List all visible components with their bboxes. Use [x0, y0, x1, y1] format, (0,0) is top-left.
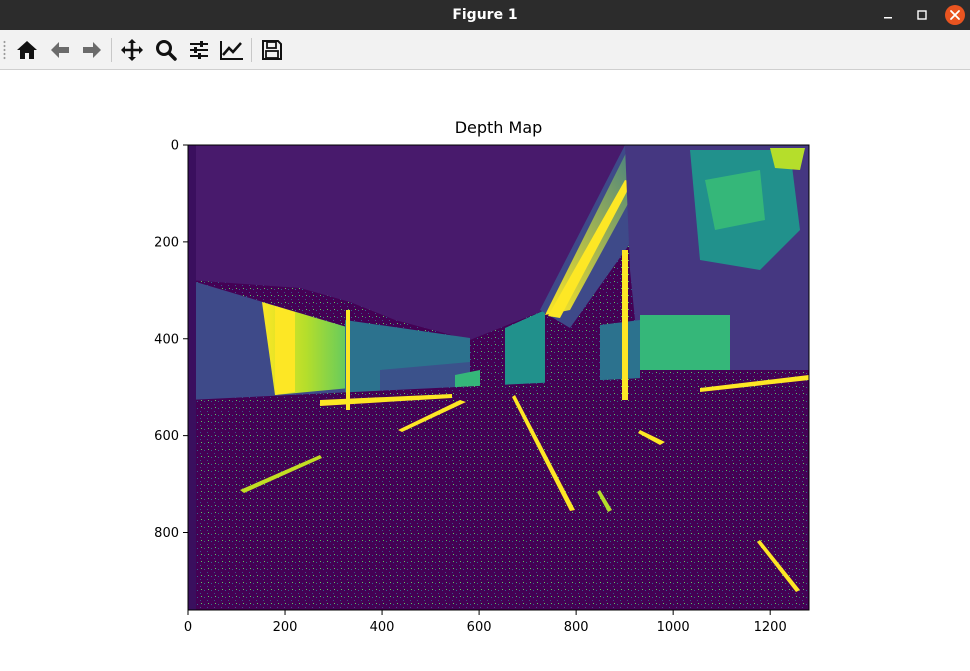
navigation-toolbar — [0, 30, 970, 70]
zoom-icon — [156, 40, 177, 61]
x-tick-label: 0 — [184, 620, 192, 635]
subplots-icon — [190, 41, 208, 59]
home-button[interactable] — [13, 36, 41, 64]
forward-button[interactable] — [78, 36, 106, 64]
zoom-button[interactable] — [152, 36, 180, 64]
x-tick-label: 1200 — [754, 620, 787, 635]
x-tick-label: 800 — [564, 620, 589, 635]
close-button[interactable] — [943, 3, 967, 27]
minimize-button[interactable] — [877, 4, 899, 26]
y-tick-label: 0 — [171, 139, 179, 154]
y-tick-label: 800 — [154, 526, 179, 541]
y-tick-label: 400 — [154, 332, 179, 347]
y-axis: 0 200 400 600 800 — [154, 139, 188, 541]
close-icon — [945, 5, 965, 25]
x-tick-label: 200 — [273, 620, 298, 635]
forward-icon — [83, 42, 101, 58]
toolbar-separator — [251, 38, 252, 62]
x-tick-label: 600 — [467, 620, 492, 635]
y-tick-label: 200 — [154, 235, 179, 250]
depth-image — [188, 145, 809, 610]
toolbar-separator — [111, 38, 112, 62]
customize-icon — [220, 41, 243, 60]
y-tick-label: 600 — [154, 429, 179, 444]
toolbar-grip[interactable] — [3, 40, 6, 60]
plot-area[interactable]: 0 200 400 600 800 1000 1200 0 200 400 600 800 — [0, 70, 970, 671]
figure-canvas[interactable]: Depth Map 0 200 400 600 800 1000 1200 0 … — [0, 70, 970, 671]
home-icon — [17, 41, 37, 59]
pan-button[interactable] — [118, 36, 146, 64]
window-title: Figure 1 — [452, 7, 518, 23]
maximize-icon — [917, 10, 927, 20]
x-axis: 0 200 400 600 800 1000 1200 — [184, 610, 787, 635]
minimize-icon — [884, 17, 892, 19]
save-button[interactable] — [258, 36, 286, 64]
x-tick-label: 400 — [370, 620, 395, 635]
back-button[interactable] — [46, 36, 74, 64]
edit-parameters-button[interactable] — [218, 36, 246, 64]
back-icon — [51, 42, 69, 58]
configure-subplots-button[interactable] — [185, 36, 213, 64]
maximize-button[interactable] — [911, 4, 933, 26]
window-titlebar: Figure 1 — [0, 0, 970, 30]
pan-icon — [121, 39, 143, 61]
x-tick-label: 1000 — [657, 620, 690, 635]
save-icon — [262, 40, 282, 60]
